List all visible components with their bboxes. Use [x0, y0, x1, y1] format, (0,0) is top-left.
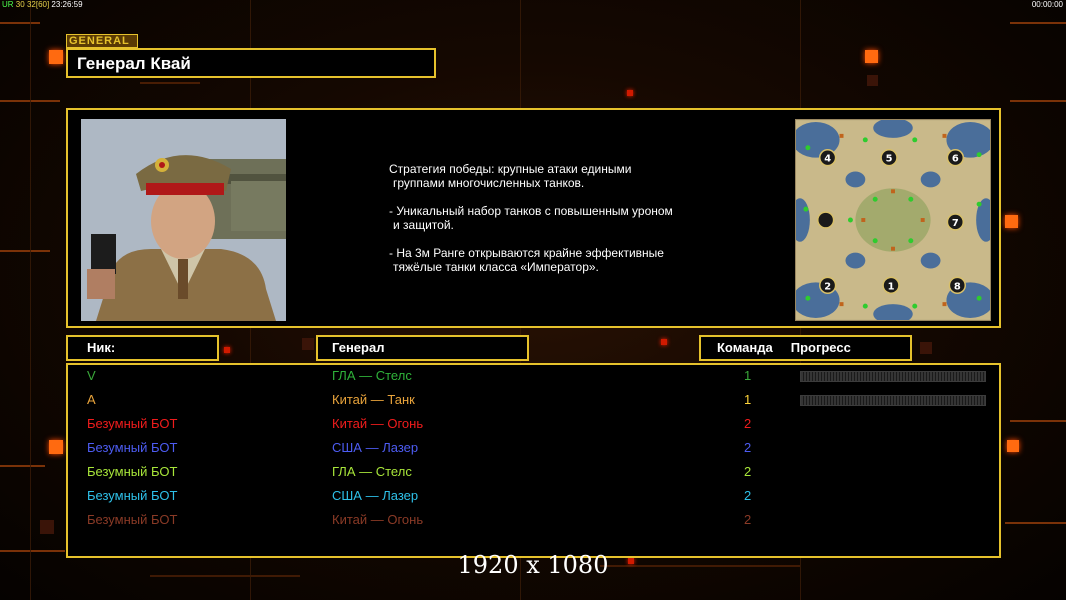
map-slot-label: 6 — [952, 154, 959, 165]
player-row[interactable]: Безумный БОТ США — Лазер 2 — [68, 488, 999, 512]
player-nick: Безумный БОТ — [87, 464, 178, 479]
player-row[interactable]: Безумный БОТ Китай — Огонь 2 — [68, 416, 999, 440]
player-general: ГЛА — Стелс — [332, 368, 412, 383]
player-general: Китай — Огонь — [332, 416, 424, 431]
description-line: Стратегия победы: крупные атаки едиными — [389, 162, 632, 176]
general-info-panel: Стратегия победы: крупные атаки едиными … — [66, 108, 1001, 328]
column-header-team: Команда — [717, 340, 773, 355]
hud-counter-a: 30 — [15, 0, 25, 9]
player-team: 2 — [744, 488, 752, 503]
general-name: Генерал Квай — [66, 48, 436, 78]
player-nick: Безумный БОТ — [87, 512, 178, 527]
player-general: США — Лазер — [332, 440, 419, 455]
description-line: - На 3м Ранге открываются крайне эффекти… — [389, 246, 664, 260]
hud-counter-c: [60] — [35, 0, 50, 9]
general-tag: GENERAL — [66, 34, 138, 48]
column-header-team-progress: Команда Прогресс — [699, 335, 912, 361]
player-general: Китай — Танк — [332, 392, 415, 407]
map-slot-label: 2 — [824, 281, 831, 292]
player-progress-bar — [800, 371, 986, 382]
description-paragraph-2: - Уникальный набор танков с повышенным у… — [389, 204, 729, 232]
player-row[interactable]: Безумный БОТ США — Лазер 2 — [68, 440, 999, 464]
player-team: 2 — [744, 464, 752, 479]
description-line: тяжёлые танки класса «Император». — [393, 260, 599, 274]
map-slot-label: 5 — [886, 154, 893, 165]
map-slot-label: 8 — [954, 281, 961, 292]
player-team: 2 — [744, 416, 752, 431]
general-portrait — [81, 119, 286, 321]
player-nick: Безумный БОТ — [87, 416, 178, 431]
description-line: и защитой. — [393, 218, 454, 232]
hud-counter-b: 32 — [26, 0, 36, 9]
player-nick: V — [87, 368, 96, 383]
description-line: группами многочисленных танков. — [393, 176, 585, 190]
general-description: Стратегия победы: крупные атаки едиными … — [389, 162, 729, 288]
player-row[interactable]: V ГЛА — Стелс 1 — [68, 368, 999, 392]
player-team: 2 — [744, 440, 752, 455]
players-list: V ГЛА — Стелс 1 A Китай — Танк 1 Безумный БОТ К… — [66, 363, 1001, 558]
map-slot-label: 7 — [952, 218, 959, 229]
column-header-progress: Прогресс — [790, 340, 851, 355]
hud-timer: 00:00:00 — [1031, 0, 1063, 9]
player-row[interactable]: Безумный БОТ Китай — Огонь 2 — [68, 512, 999, 536]
player-row[interactable]: A Китай — Танк 1 — [68, 392, 999, 416]
resolution-label: 1920 x 1080 — [457, 551, 609, 579]
hud-counter-label: UR — [2, 0, 14, 9]
hud-counters: UR 30 32[60] 23:26:59 — [2, 0, 83, 9]
map-slot-label: 1 — [888, 281, 895, 292]
player-general: США — Лазер — [332, 488, 419, 503]
description-line: - Уникальный набор танков с повышенным у… — [389, 204, 673, 218]
player-general: Китай — Огонь — [332, 512, 424, 527]
player-team: 2 — [744, 512, 752, 527]
player-general: ГЛА — Стелс — [332, 464, 412, 479]
player-team: 1 — [744, 368, 752, 383]
player-row[interactable]: Безумный БОТ ГЛА — Стелс 2 — [68, 464, 999, 488]
map-preview: 4 5 6 7 2 1 8 — [795, 119, 991, 321]
description-paragraph-3: - На 3м Ранге открываются крайне эффекти… — [389, 246, 729, 274]
player-progress-bar — [800, 395, 986, 406]
player-nick: Безумный БОТ — [87, 488, 178, 503]
column-header-general: Генерал — [316, 335, 529, 361]
column-header-nick: Ник: — [66, 335, 219, 361]
map-slot-label: 4 — [824, 154, 831, 165]
player-nick: A — [87, 392, 96, 407]
description-paragraph-1: Стратегия победы: крупные атаки едиными … — [389, 162, 729, 190]
player-nick: Безумный БОТ — [87, 440, 178, 455]
hud-clock: 23:26:59 — [51, 0, 83, 9]
player-team: 1 — [744, 392, 752, 407]
